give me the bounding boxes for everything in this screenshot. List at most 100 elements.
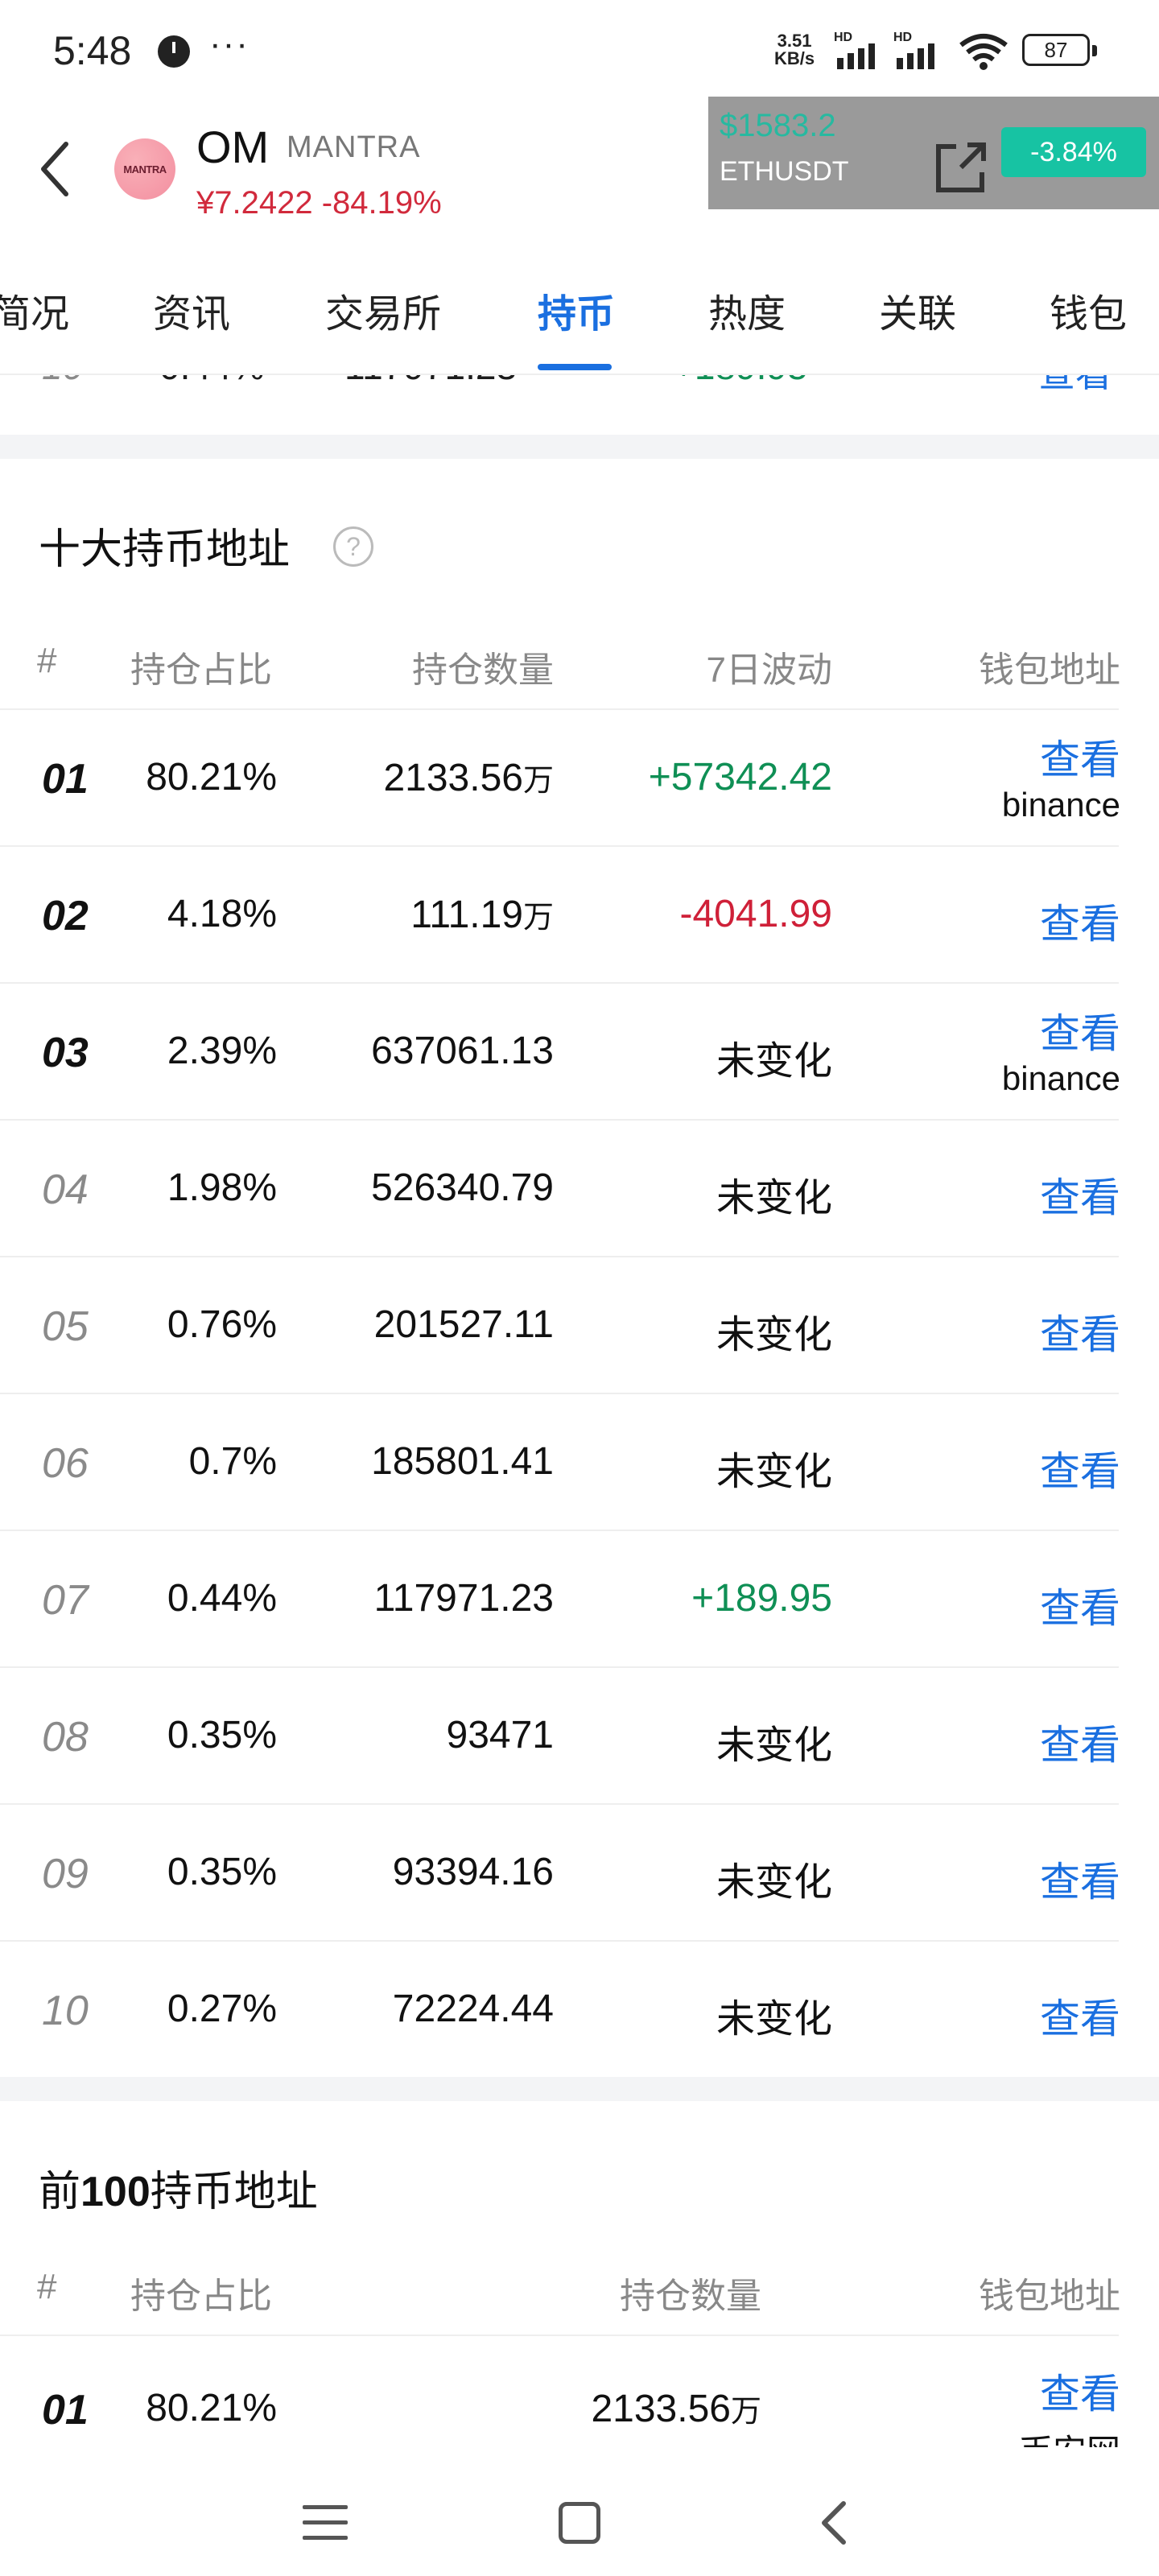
table-row[interactable]: 07 0.44% 117971.23 +189.95 查看: [0, 1530, 1159, 1666]
tab-wallet[interactable]: 钱包: [1050, 282, 1127, 338]
share-icon[interactable]: [932, 138, 990, 196]
row-qty-value: 185801.41: [371, 1440, 554, 1483]
view-wallet-link[interactable]: 查看: [1040, 1987, 1120, 2045]
row-7d-change: 未变化: [716, 1724, 832, 1767]
row-7d-change: 未变化: [716, 1314, 832, 1356]
row-pct: 0.7%: [188, 1440, 277, 1483]
clock-notification-icon: [158, 35, 190, 68]
view-wallet-link[interactable]: 查看: [1040, 892, 1120, 950]
active-tab-indicator: [538, 364, 612, 370]
back-button[interactable]: [31, 137, 79, 201]
row-qty-value: 2133.56: [383, 757, 523, 799]
row-rank: 10: [42, 1988, 89, 2034]
table-row[interactable]: 01 80.21% 2133.56万 +57342.42 查看 binance: [0, 708, 1159, 845]
row-pct: 0.44%: [167, 1577, 277, 1620]
row-rank: 09: [42, 1851, 89, 1897]
view-wallet-link[interactable]: 查看: [1040, 1166, 1120, 1224]
tab-popularity[interactable]: 热度: [708, 282, 786, 338]
table-row[interactable]: 03 2.39% 637061.13 未变化 查看 binance: [0, 982, 1159, 1119]
table-row[interactable]: 01 80.21% 2133.56万 查看 币安网: [0, 2334, 1159, 2447]
row-qty: 526340.79: [371, 1166, 554, 1210]
view-wallet-link[interactable]: 查看: [1040, 1001, 1120, 1059]
row-qty: 111.19万: [410, 892, 554, 937]
network-speed-value: 3.51: [777, 31, 812, 51]
table-row[interactable]: 08 0.35% 93471 未变化 查看: [0, 1666, 1159, 1803]
row-rank: 08: [42, 1714, 89, 1761]
row-qty-value: 117971.23: [373, 1577, 554, 1620]
table-row[interactable]: 05 0.76% 201527.11 未变化 查看: [0, 1256, 1159, 1393]
row-qty: 93471: [447, 1713, 554, 1757]
recent-apps-button[interactable]: [303, 2505, 348, 2541]
view-wallet-link[interactable]: 查看: [1040, 1850, 1120, 1908]
table-row[interactable]: 10 0.27% 72224.44 未变化 查看: [0, 1940, 1159, 2077]
top10-title: 十大持币地址: [39, 526, 291, 573]
row-qty-value: 93471: [446, 1714, 554, 1757]
row-qty-unit: 万: [522, 901, 554, 935]
row-qty-value: 526340.79: [371, 1166, 554, 1209]
row-qty-unit: 万: [522, 764, 554, 798]
row-7d-change: 未变化: [716, 1451, 832, 1493]
row-rank: 02: [42, 893, 89, 939]
row-qty-value: 72224.44: [392, 1988, 554, 2030]
system-navigation-bar: [0, 2447, 1159, 2576]
tab-related[interactable]: 关联: [879, 282, 956, 338]
row-pct: 4.18%: [167, 893, 277, 935]
header-chg: 7日波动: [706, 650, 832, 690]
row-pct: 0.35%: [167, 1714, 277, 1757]
system-back-button[interactable]: [813, 2499, 853, 2547]
row-pct: 0.27%: [167, 1988, 277, 2030]
coin-price-change: ¥7.2422 -84.19%: [196, 185, 442, 221]
status-bar: 5:48 ··· 3.51 KB/s HD HD 87: [0, 0, 1159, 97]
table-row[interactable]: 02 4.18% 111.19万 -4041.99 查看: [0, 845, 1159, 982]
coin-name: MANTRA: [287, 130, 421, 164]
top10-table-header: # 持仓占比 持仓数量 7日波动 钱包地址: [0, 612, 1159, 708]
tab-news[interactable]: 资讯: [153, 282, 230, 338]
network-speed-unit: KB/s: [774, 48, 815, 68]
view-wallet-link[interactable]: 查看: [1040, 1576, 1120, 1634]
row-rank: 04: [42, 1166, 89, 1213]
row-qty-value: 201527.11: [373, 1303, 554, 1346]
ticker-price: $1583.2: [720, 108, 836, 143]
view-wallet-link[interactable]: 查看: [1040, 1439, 1120, 1497]
row-7d-change: 未变化: [716, 1177, 832, 1220]
tab-holdings[interactable]: 持币: [538, 282, 615, 338]
home-button[interactable]: [559, 2502, 600, 2544]
row-qty-value: 111.19: [410, 894, 523, 936]
floating-ticker-widget[interactable]: $1583.2 ETHUSDT -3.84%: [708, 97, 1159, 209]
table-row[interactable]: 06 0.7% 185801.41 未变化 查看: [0, 1393, 1159, 1530]
row-7d-change: +57342.42: [648, 756, 832, 799]
row-qty-value: 93394.16: [392, 1851, 554, 1893]
tab-exchanges[interactable]: 交易所: [325, 282, 441, 338]
top100-title-suffix: 持币地址: [150, 2169, 318, 2215]
battery-icon: 87: [1022, 34, 1097, 66]
header-pct: 持仓占比: [130, 650, 272, 690]
row-qty: 2133.56万: [383, 755, 554, 800]
row-qty: 2133.56万: [591, 2386, 761, 2431]
view-wallet-link[interactable]: 查看: [1040, 2362, 1120, 2420]
top100-title-prefix: 前: [39, 2169, 81, 2215]
header-rank: #: [37, 641, 57, 680]
ticker-pair: ETHUSDT: [720, 156, 849, 187]
header-qty: 持仓数量: [620, 2277, 761, 2316]
row-qty-unit: 万: [730, 2395, 761, 2429]
tab-bar: 简况 资讯 交易所 持币 热度 关联 钱包: [0, 242, 1159, 375]
help-icon[interactable]: ?: [333, 526, 373, 567]
row-pct: 2.39%: [167, 1030, 277, 1072]
view-wallet-link[interactable]: 查看: [1040, 1302, 1120, 1360]
header-wallet: 钱包地址: [979, 2277, 1120, 2316]
row-pct: 80.21%: [146, 2387, 277, 2429]
row-7d-change: 未变化: [716, 1040, 832, 1083]
view-wallet-link[interactable]: 查看: [1040, 1713, 1120, 1771]
tab-overview[interactable]: 简况: [0, 282, 69, 338]
row-qty: 93394.16: [393, 1850, 554, 1894]
table-row[interactable]: 09 0.35% 93394.16 未变化 查看: [0, 1803, 1159, 1940]
row-qty: 201527.11: [374, 1302, 554, 1347]
row-qty-value: 637061.13: [371, 1030, 554, 1072]
coin-symbol: OM: [196, 122, 270, 172]
table-row[interactable]: 04 1.98% 526340.79 未变化 查看: [0, 1119, 1159, 1256]
row-qty: 637061.13: [371, 1029, 554, 1073]
ticker-change-badge: -3.84%: [1001, 127, 1146, 177]
chevron-left-icon: [41, 142, 68, 196]
network-speed: 3.51 KB/s: [774, 32, 815, 68]
view-wallet-link[interactable]: 查看: [1040, 728, 1120, 786]
